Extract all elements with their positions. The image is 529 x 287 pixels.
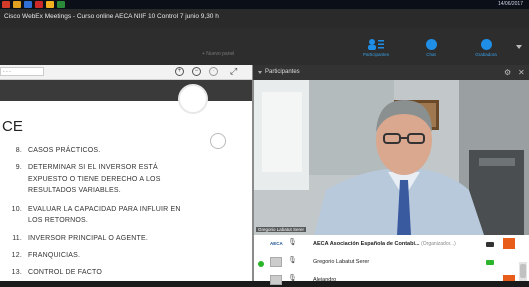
chat-icon: [425, 39, 437, 50]
record-icon: [480, 39, 492, 50]
scrollbar-thumb[interactable]: [520, 264, 526, 278]
chevron-down-icon[interactable]: [516, 45, 522, 49]
host-badge-icon: [503, 238, 515, 249]
taskbar-app-icon[interactable]: [2, 1, 10, 8]
chat-button[interactable]: Chat: [411, 39, 451, 57]
new-panel-hint[interactable]: + Nuevo panel: [202, 51, 234, 57]
participants-panel-title: Participantes: [265, 69, 300, 75]
slide-list-item: 13. CONTROL DE FACTO: [11, 269, 102, 276]
zoom-out-icon[interactable]: −: [192, 67, 201, 76]
taskbar: [0, 0, 529, 9]
window-title: Cisco WebEx Meetings - Curso online AECA…: [4, 13, 219, 20]
video-feed[interactable]: [254, 80, 529, 235]
participant-row[interactable]: 🎙 Alejandro: [254, 273, 518, 287]
participants-button[interactable]: Participantes: [356, 38, 396, 57]
participant-row[interactable]: 🎙 Gregorio Labatut Serer: [254, 255, 518, 269]
slide-list-item: 8. CASOS PRÁCTICOS.: [15, 147, 101, 154]
active-speaker-icon: [258, 261, 264, 267]
avatar: [270, 275, 282, 285]
page-number-field[interactable]: - - -: [0, 67, 44, 76]
participant-role: (Organizador...): [421, 241, 456, 247]
slide-list-item: 10. EVALUAR LA CAPACIDAD PARA INFLUIR EN: [11, 206, 181, 213]
status-badge-icon: [503, 275, 515, 281]
slide-list-item: LOS RETORNOS.: [28, 217, 89, 224]
recorder-button[interactable]: Grabadora: [466, 39, 506, 57]
microphone-icon[interactable]: 🎙: [288, 238, 297, 246]
chat-label: Chat: [426, 52, 436, 57]
video-speaker-name: Gregorio Labatut Serer: [256, 227, 307, 232]
organization-logo: AECA: [270, 239, 283, 249]
participant-name: AECA Asociación Española de Contabi...: [313, 241, 420, 247]
fit-page-icon[interactable]: ·: [209, 67, 218, 76]
microphone-icon[interactable]: 🎙: [288, 256, 297, 264]
slide-list-item: RESULTADOS VARIABLES.: [28, 187, 121, 194]
expand-icon[interactable]: ⤢: [230, 66, 237, 77]
participants-icon: [368, 39, 384, 50]
gear-icon[interactable]: ⚙: [504, 68, 511, 77]
taskbar-date: 14/06/2017: [497, 1, 523, 7]
camera-icon[interactable]: [486, 242, 494, 247]
slide-decoration: [178, 84, 208, 114]
slide-decoration: [210, 133, 226, 149]
taskbar-app-icon[interactable]: [13, 1, 21, 8]
participant-name: Gregorio Labatut Serer: [313, 259, 370, 265]
slide-list-item: 12. FRANQUICIAS.: [11, 252, 81, 259]
slide-header-bar: [0, 80, 252, 101]
zoom-in-icon[interactable]: +: [175, 67, 184, 76]
avatar: [270, 257, 282, 267]
taskbar-app-icon[interactable]: [35, 1, 43, 8]
participant-name: Alejandro: [313, 277, 337, 283]
close-icon[interactable]: ✕: [518, 68, 525, 77]
participant-name-row: AECA Asociación Española de Contabi... (…: [313, 241, 456, 247]
slide-title: CE: [2, 118, 23, 135]
speaker-video-image: [254, 80, 529, 235]
slide-list-item: 11. INVERSOR PRINCIPAL O AGENTE.: [12, 235, 148, 242]
taskbar-app-icon[interactable]: [57, 1, 65, 8]
participants-label: Participantes: [362, 52, 389, 57]
camera-icon[interactable]: [486, 260, 494, 265]
collapse-caret-icon[interactable]: [258, 71, 262, 74]
recorder-label: Grabadora: [475, 52, 497, 57]
slide-list-item: 9. DETERMINAR SI EL INVERSOR ESTÁ: [15, 164, 158, 171]
taskbar-app-icon[interactable]: [46, 1, 54, 8]
slide-list-item: EXPUESTO O TIENE DERECHO A LOS: [28, 176, 161, 183]
participant-row[interactable]: AECA 🎙 AECA Asociación Española de Conta…: [254, 237, 518, 251]
taskbar-app-icon[interactable]: [24, 1, 32, 8]
